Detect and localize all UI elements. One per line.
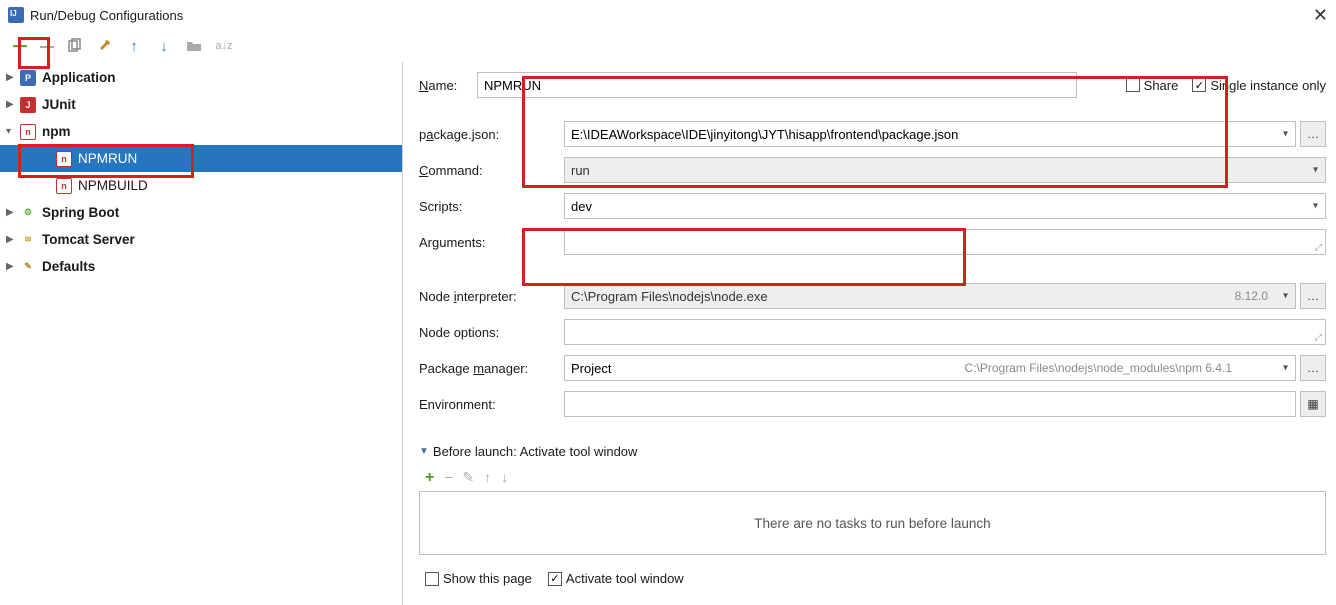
bl-up-icon[interactable]: ↑ (484, 469, 491, 487)
app-icon (8, 7, 24, 23)
add-config-icon[interactable]: ＋ (10, 36, 30, 56)
scripts-label: Scripts: (419, 199, 564, 214)
tree-item-npmbuild[interactable]: nNPMBUILD (0, 172, 402, 199)
tree-item-junit[interactable]: ▶JJUnit (0, 91, 402, 118)
arguments-input[interactable] (564, 229, 1326, 255)
bl-add-icon[interactable]: + (425, 469, 434, 487)
config-form: Name: SSharehare Single instance only pa… (403, 62, 1336, 605)
move-up-icon[interactable]: ↑ (124, 36, 144, 56)
node-options-input[interactable] (564, 319, 1326, 345)
before-launch-header[interactable]: ▼ Beefore launch: Activate tool window (419, 444, 1326, 459)
tree-item-defaults[interactable]: ▶✎Defaults (0, 253, 402, 280)
node-options-label: Node options: (419, 325, 564, 340)
tree-item-springboot[interactable]: ▶⚙Spring Boot (0, 199, 402, 226)
title-bar: Run/Debug Configurations ✕ (0, 0, 1336, 30)
tree-item-npm[interactable]: ▾nnpm (0, 118, 402, 145)
folder-icon[interactable] (184, 36, 204, 56)
bl-remove-icon[interactable]: − (444, 469, 452, 487)
package-json-input[interactable] (564, 121, 1296, 147)
sort-icon[interactable]: a↓z (214, 36, 234, 56)
activate-tool-window-checkbox[interactable]: Activate tool window (548, 571, 684, 586)
before-launch-empty-text: There are no tasks to run before launch (754, 516, 990, 531)
bl-down-icon[interactable]: ↓ (501, 469, 508, 487)
node-interpreter-label: Node interpreter: (419, 289, 564, 304)
move-down-icon[interactable]: ↓ (154, 36, 174, 56)
tree-item-application[interactable]: ▶PApplication (0, 64, 402, 91)
bl-edit-icon[interactable]: ✎ (463, 469, 475, 487)
tree-item-npmrun[interactable]: nNPMRUN (0, 145, 402, 172)
config-toolbar: ＋ ↑ ↓ a↓z (0, 30, 1336, 62)
node-interpreter-browse-button[interactable]: … (1300, 283, 1326, 309)
before-launch-toolbar: + − ✎ ↑ ↓ (419, 465, 1326, 491)
share-checkbox[interactable]: SSharehare (1126, 78, 1179, 93)
close-icon[interactable]: ✕ (1313, 5, 1328, 26)
remove-config-icon[interactable] (40, 46, 54, 48)
copy-config-icon[interactable] (64, 36, 84, 56)
package-json-browse-button[interactable]: … (1300, 121, 1326, 147)
show-this-page-checkbox[interactable]: Show this page (425, 571, 532, 586)
single-instance-checkbox[interactable]: Single instance only (1192, 78, 1326, 93)
environment-input[interactable] (564, 391, 1296, 417)
command-select[interactable] (564, 157, 1326, 183)
config-tree-panel: ▶PApplication ▶JJUnit ▾nnpm nNPMRUN nNPM… (0, 62, 403, 605)
arguments-label: Arguments: (419, 235, 564, 250)
tree-item-tomcat[interactable]: ▶≋Tomcat Server (0, 226, 402, 253)
package-manager-select[interactable] (564, 355, 1296, 381)
environment-label: Environment: (419, 397, 564, 412)
scripts-select[interactable] (564, 193, 1326, 219)
node-interpreter-select[interactable] (564, 283, 1296, 309)
window-title: Run/Debug Configurations (30, 8, 1313, 23)
before-launch-list: There are no tasks to run before launch (419, 491, 1326, 555)
package-json-label: package.json: (419, 127, 564, 142)
environment-browse-button[interactable]: ▦ (1300, 391, 1326, 417)
edit-defaults-icon[interactable] (94, 36, 114, 56)
package-manager-label: Package manager: (419, 361, 564, 376)
name-input[interactable] (477, 72, 1077, 98)
package-manager-browse-button[interactable]: … (1300, 355, 1326, 381)
command-label: Command: (419, 163, 564, 178)
name-label: Name: (419, 78, 477, 93)
